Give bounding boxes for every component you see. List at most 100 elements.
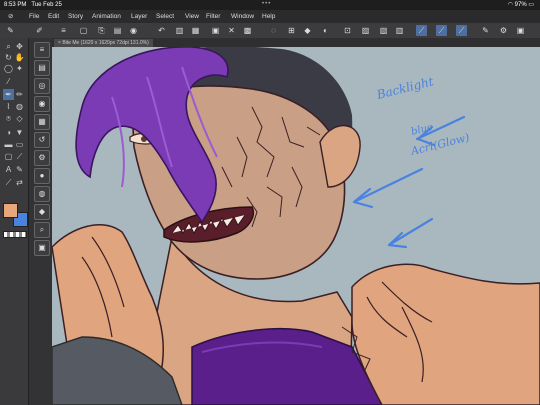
app-icon[interactable]: ⊘ xyxy=(8,10,13,23)
navigator-icon[interactable]: ◎ xyxy=(34,78,50,94)
vector-icon[interactable]: ⟋ xyxy=(456,25,467,36)
battery-percent: 97% xyxy=(514,2,527,8)
item-bank-icon[interactable]: ▣ xyxy=(34,240,50,256)
color-fill-icon[interactable]: ◐ xyxy=(320,25,331,36)
eyedropper-icon[interactable]: ⁄ xyxy=(3,76,14,87)
drawing-canvas[interactable]: Backlight blue Acrl(Glow) xyxy=(52,47,540,405)
document-tab[interactable]: × Bite Me (1620 x 1620px 72dpi 131.0%) xyxy=(54,39,153,47)
edit-icon[interactable]: ✎ xyxy=(480,25,491,36)
brush-size-icon[interactable]: ● xyxy=(34,168,50,184)
annotation-arrow-2 xyxy=(352,167,424,209)
magic-wand-icon[interactable]: ✦ xyxy=(14,63,25,74)
layer-property-icon[interactable]: ◍ xyxy=(34,186,50,202)
balloon-icon[interactable]: ✎ xyxy=(14,164,25,175)
command-bar: ✎ ✐ ≡ ▢ ⎘ ▤ ◉ ↶ ▥ ▦ ▣ ✕ ▩ ◌ ⊞ ◆ ◐ ⊡ ▨ ▧ … xyxy=(0,23,540,39)
battery-status: ◠ 97% ▭ xyxy=(508,0,534,10)
save-icon[interactable]: ▤ xyxy=(112,25,123,36)
snap-grid-icon[interactable]: ▥ xyxy=(394,25,405,36)
menu-story[interactable]: Story xyxy=(68,10,83,23)
snap-icon[interactable]: ⊡ xyxy=(342,25,353,36)
time-text: 8:53 PM xyxy=(4,2,27,8)
sub-tool-icon[interactable]: ✐ xyxy=(34,25,45,36)
tool-property-palette-icon[interactable]: ⚙ xyxy=(34,150,50,166)
status-time: 8:53 PM Tue Feb 25 xyxy=(4,0,62,10)
color-set-icon[interactable]: ▦ xyxy=(34,114,50,130)
layer-icon[interactable]: ▦ xyxy=(190,25,201,36)
subtool-menu-icon[interactable]: ≡ xyxy=(34,42,50,58)
menu-file[interactable]: File xyxy=(29,10,39,23)
lasso-icon[interactable]: ◯ xyxy=(3,63,14,74)
annotation-line-2: blue xyxy=(410,122,434,138)
menu-animation[interactable]: Animation xyxy=(92,10,121,23)
undo-icon[interactable]: ↶ xyxy=(156,25,167,36)
ruler-tool-icon[interactable]: ⟋ xyxy=(14,151,25,162)
bucket-icon[interactable]: ◆ xyxy=(302,25,313,36)
more-icon[interactable]: ▣ xyxy=(515,25,526,36)
menu-view[interactable]: View xyxy=(185,10,199,23)
layer-mask-icon[interactable]: ▣ xyxy=(210,25,221,36)
menu-bar: ⊘ File Edit Story Animation Layer Select… xyxy=(0,10,540,23)
selection-icon[interactable]: ◌ xyxy=(268,25,279,36)
hand-icon[interactable]: ✋ xyxy=(14,52,25,63)
correct-line-icon[interactable]: ⟋ xyxy=(3,177,14,188)
tool-property-icon[interactable]: ✎ xyxy=(5,25,16,36)
history-icon[interactable]: ↺ xyxy=(34,132,50,148)
annotation-line-1: Backlight xyxy=(374,74,435,102)
text-icon[interactable]: A xyxy=(3,164,14,175)
main-color-swatch[interactable] xyxy=(3,203,18,218)
menu-edit[interactable]: Edit xyxy=(48,10,59,23)
wifi-icon: ◠ xyxy=(507,2,513,8)
battery-icon: ▭ xyxy=(528,2,534,8)
brush-icon[interactable]: ⌇ xyxy=(3,101,14,112)
tool-palette: ⌕ ✥ ↻ ✋ ◯ ✦ ⁄ ✒ ✏ ⌇ ◍ ⍟ ◇ ◑ ▼ ▬ ▭ ▢ ⟋ A … xyxy=(0,38,28,405)
close-tab-icon[interactable]: × xyxy=(58,40,61,46)
search-layer-icon[interactable]: ⌕ xyxy=(34,222,50,238)
menu-filter[interactable]: Filter xyxy=(206,10,220,23)
eraser-icon[interactable]: ◇ xyxy=(14,113,25,124)
artwork: Backlight blue Acrl(Glow) xyxy=(52,47,540,405)
gradient-icon[interactable]: ▬ xyxy=(3,139,14,150)
rotate-icon[interactable]: ↻ xyxy=(3,52,14,63)
pressure-icon[interactable]: ⟋ xyxy=(436,25,447,36)
settings-icon[interactable]: ⚙ xyxy=(498,25,509,36)
ear xyxy=(319,125,361,188)
frame-icon[interactable]: ▢ xyxy=(3,151,14,162)
fill-icon[interactable]: ▩ xyxy=(242,25,253,36)
menu-select[interactable]: Select xyxy=(156,10,174,23)
menu-help[interactable]: Help xyxy=(262,10,275,23)
layer-palette-icon[interactable]: ▤ xyxy=(34,60,50,76)
menu-layer[interactable]: Layer xyxy=(131,10,147,23)
menu-window[interactable]: Window xyxy=(231,10,254,23)
swap-icon[interactable]: ⇄ xyxy=(14,177,25,188)
redo-icon[interactable]: ▥ xyxy=(174,25,185,36)
fill-tool-icon[interactable]: ▼ xyxy=(14,127,25,138)
grid-icon[interactable]: ▧ xyxy=(378,25,389,36)
clear-icon[interactable]: ✕ xyxy=(226,25,237,36)
sub-tool-panel: ≡ ▤ ◎ ◉ ▦ ↺ ⚙ ● ◍ ◆ ⌕ ▣ xyxy=(28,38,54,405)
transform-icon[interactable]: ⊞ xyxy=(286,25,297,36)
multitask-dots-icon[interactable]: ••• xyxy=(262,0,271,9)
document-tab-title: Bite Me (1620 x 1620px 72dpi 131.0%) xyxy=(62,40,149,46)
airbrush-icon[interactable]: ◍ xyxy=(14,101,25,112)
color-wheel-icon[interactable]: ◉ xyxy=(34,96,50,112)
hamburger-menu-icon[interactable]: ≡ xyxy=(58,25,69,36)
pen-icon[interactable]: ✒ xyxy=(3,89,14,100)
figure-icon[interactable]: ▭ xyxy=(14,139,25,150)
open-file-icon[interactable]: ⎘ xyxy=(96,25,107,36)
ios-status-bar: 8:53 PM Tue Feb 25 ••• ◠ 97% ▭ xyxy=(0,0,540,10)
pencil-icon[interactable]: ✏ xyxy=(14,89,25,100)
material-icon[interactable]: ◆ xyxy=(34,204,50,220)
new-canvas-icon[interactable]: ▢ xyxy=(78,25,89,36)
zoom-icon[interactable]: ⌕ xyxy=(3,41,14,52)
stabilize-icon[interactable]: ⟋ xyxy=(416,25,427,36)
document-tab-bar: × Bite Me (1620 x 1620px 72dpi 131.0%) xyxy=(52,38,540,47)
annotation-arrow-3 xyxy=(387,217,434,249)
transparent-color-swatch[interactable] xyxy=(3,231,27,238)
ruler-icon[interactable]: ▨ xyxy=(360,25,371,36)
right-hand xyxy=(351,263,540,405)
decoration-icon[interactable]: ⍟ xyxy=(3,113,14,124)
blend-icon[interactable]: ◑ xyxy=(3,127,14,138)
date-text: Tue Feb 25 xyxy=(31,2,62,8)
export-icon[interactable]: ◉ xyxy=(128,25,139,36)
move-icon[interactable]: ✥ xyxy=(14,41,25,52)
